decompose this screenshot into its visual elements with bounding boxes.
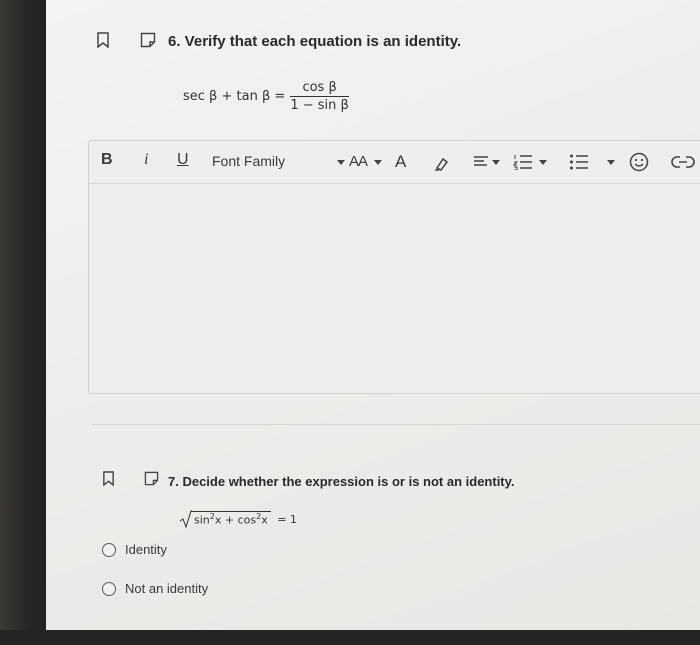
highlighter-icon[interactable] [434, 155, 452, 171]
align-icon[interactable] [473, 155, 489, 169]
chevron-down-icon[interactable] [492, 160, 500, 166]
emoji-icon[interactable] [629, 152, 649, 172]
numbered-list-icon[interactable] [513, 154, 533, 170]
underline-button[interactable]: U [177, 151, 189, 169]
expr-x-cos: x + cos [214, 513, 257, 527]
chevron-down-icon[interactable] [607, 160, 615, 166]
question-7-expression: sin2x + cos2x = 1 [179, 510, 297, 529]
question-6-title: 6. Verify that each equation is an ident… [168, 33, 462, 50]
editor-text-area[interactable] [89, 184, 700, 393]
question-divider [92, 424, 700, 425]
quiz-page: 6. Verify that each equation is an ident… [46, 0, 700, 630]
sqrt-radicand: sin2x + cos2x [191, 511, 271, 527]
option-identity[interactable]: Identity [102, 542, 167, 557]
bullet-list-icon[interactable] [569, 154, 589, 170]
radio-button[interactable] [102, 581, 116, 596]
monitor-bezel [0, 0, 46, 645]
option-label: Not an identity [125, 581, 209, 596]
answer-editor: B i U Font Family AA A [88, 140, 700, 394]
question-6-equation: sec β + tan β = cos β 1 − sin β [183, 80, 349, 113]
note-icon[interactable] [144, 471, 159, 486]
link-icon[interactable] [671, 155, 695, 169]
expr-sin: sin [194, 513, 210, 527]
question-7-title: 7. Decide whether the expression is or i… [168, 474, 515, 489]
text-color-icon[interactable]: A [395, 152, 406, 172]
expr-x: x [261, 513, 268, 527]
option-not-identity[interactable]: Not an identity [102, 581, 208, 596]
monitor-bezel-bottom [0, 630, 700, 645]
option-label: Identity [125, 542, 167, 557]
equation-lhs: sec β + tan β = [183, 89, 286, 104]
editor-toolbar: B i U Font Family AA A [89, 141, 700, 184]
radio-button[interactable] [102, 542, 116, 557]
italic-button[interactable]: i [144, 151, 148, 169]
bold-button[interactable]: B [101, 151, 113, 169]
expression-rhs: = 1 [277, 512, 297, 526]
note-icon[interactable] [140, 32, 156, 48]
chevron-down-icon[interactable] [337, 160, 345, 166]
equation-fraction: cos β 1 − sin β [290, 80, 349, 113]
font-family-select[interactable]: Font Family [212, 153, 285, 169]
equation-denominator: 1 − sin β [290, 98, 349, 113]
chevron-down-icon[interactable] [539, 160, 547, 166]
bookmark-icon[interactable] [96, 32, 110, 48]
font-size-button[interactable]: AA [349, 153, 368, 170]
chevron-down-icon[interactable] [374, 160, 382, 166]
equation-numerator: cos β [290, 80, 349, 97]
bookmark-icon[interactable] [102, 471, 115, 486]
